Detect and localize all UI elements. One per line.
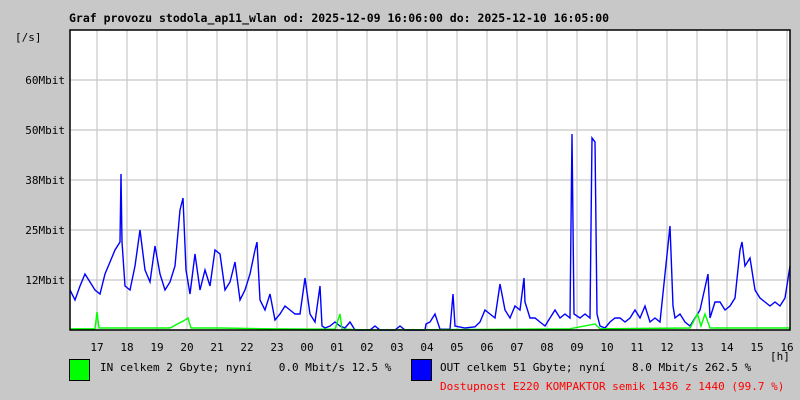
traffic-chart: Graf provozu stodola_ap11_wlan od: 2025-… (15, 11, 794, 393)
legend-in-swatch (69, 359, 90, 381)
x-tick-label: 15 (750, 341, 763, 354)
x-tick-label: 21 (210, 341, 223, 354)
x-tick-label: 12 (660, 341, 673, 354)
x-tick-label: 02 (360, 341, 373, 354)
x-tick-label: 03 (390, 341, 403, 354)
chart-title: Graf provozu stodola_ap11_wlan od: 2025-… (69, 11, 609, 26)
availability-text: Dostupnost E220 KOMPAKTOR semik 1436 z 1… (440, 380, 784, 393)
y-tick-label: 38Mbit (25, 174, 65, 187)
x-tick-label: 10 (600, 341, 613, 354)
x-tick-label: 14 (720, 341, 734, 354)
y-tick-label: 12Mbit (25, 274, 65, 287)
x-tick-label: 18 (120, 341, 133, 354)
x-tick-label: 00 (300, 341, 313, 354)
x-tick-label: 04 (420, 341, 434, 354)
x-tick-label: 20 (180, 341, 193, 354)
x-tick-labels: 17 18 19 20 21 22 23 00 01 02 03 04 05 06 07 08 09 10 11 12… (90, 341, 793, 354)
x-tick-label: 06 (480, 341, 493, 354)
legend-out-text: OUT celkem 51 Gbyte; nyní 8.0 Mbit/s 262… (440, 361, 752, 374)
x-tick-label: 23 (270, 341, 283, 354)
y-tick-label: 60Mbit (25, 74, 65, 87)
x-tick-label: 01 (330, 341, 343, 354)
y-axis-unit-label: [/s] (15, 31, 42, 44)
legend-out-swatch (411, 359, 432, 381)
legend-in-text: IN celkem 2 Gbyte; nyní 0.0 Mbit/s 12.5 … (100, 361, 392, 374)
x-tick-label: 11 (630, 341, 643, 354)
x-tick-label: 09 (570, 341, 583, 354)
x-tick-label: 13 (690, 341, 703, 354)
y-tick-label: 50Mbit (25, 124, 65, 137)
x-tick-label: 08 (540, 341, 553, 354)
x-tick-label: 07 (510, 341, 523, 354)
y-tick-labels: 12Mbit 25Mbit 38Mbit 50Mbit 60Mbit (25, 74, 65, 287)
x-axis-unit-label: [h] (770, 350, 790, 363)
x-tick-label: 05 (450, 341, 463, 354)
x-tick-label: 19 (150, 341, 163, 354)
x-tick-label: 17 (90, 341, 103, 354)
y-tick-label: 25Mbit (25, 224, 65, 237)
x-tick-label: 22 (240, 341, 253, 354)
